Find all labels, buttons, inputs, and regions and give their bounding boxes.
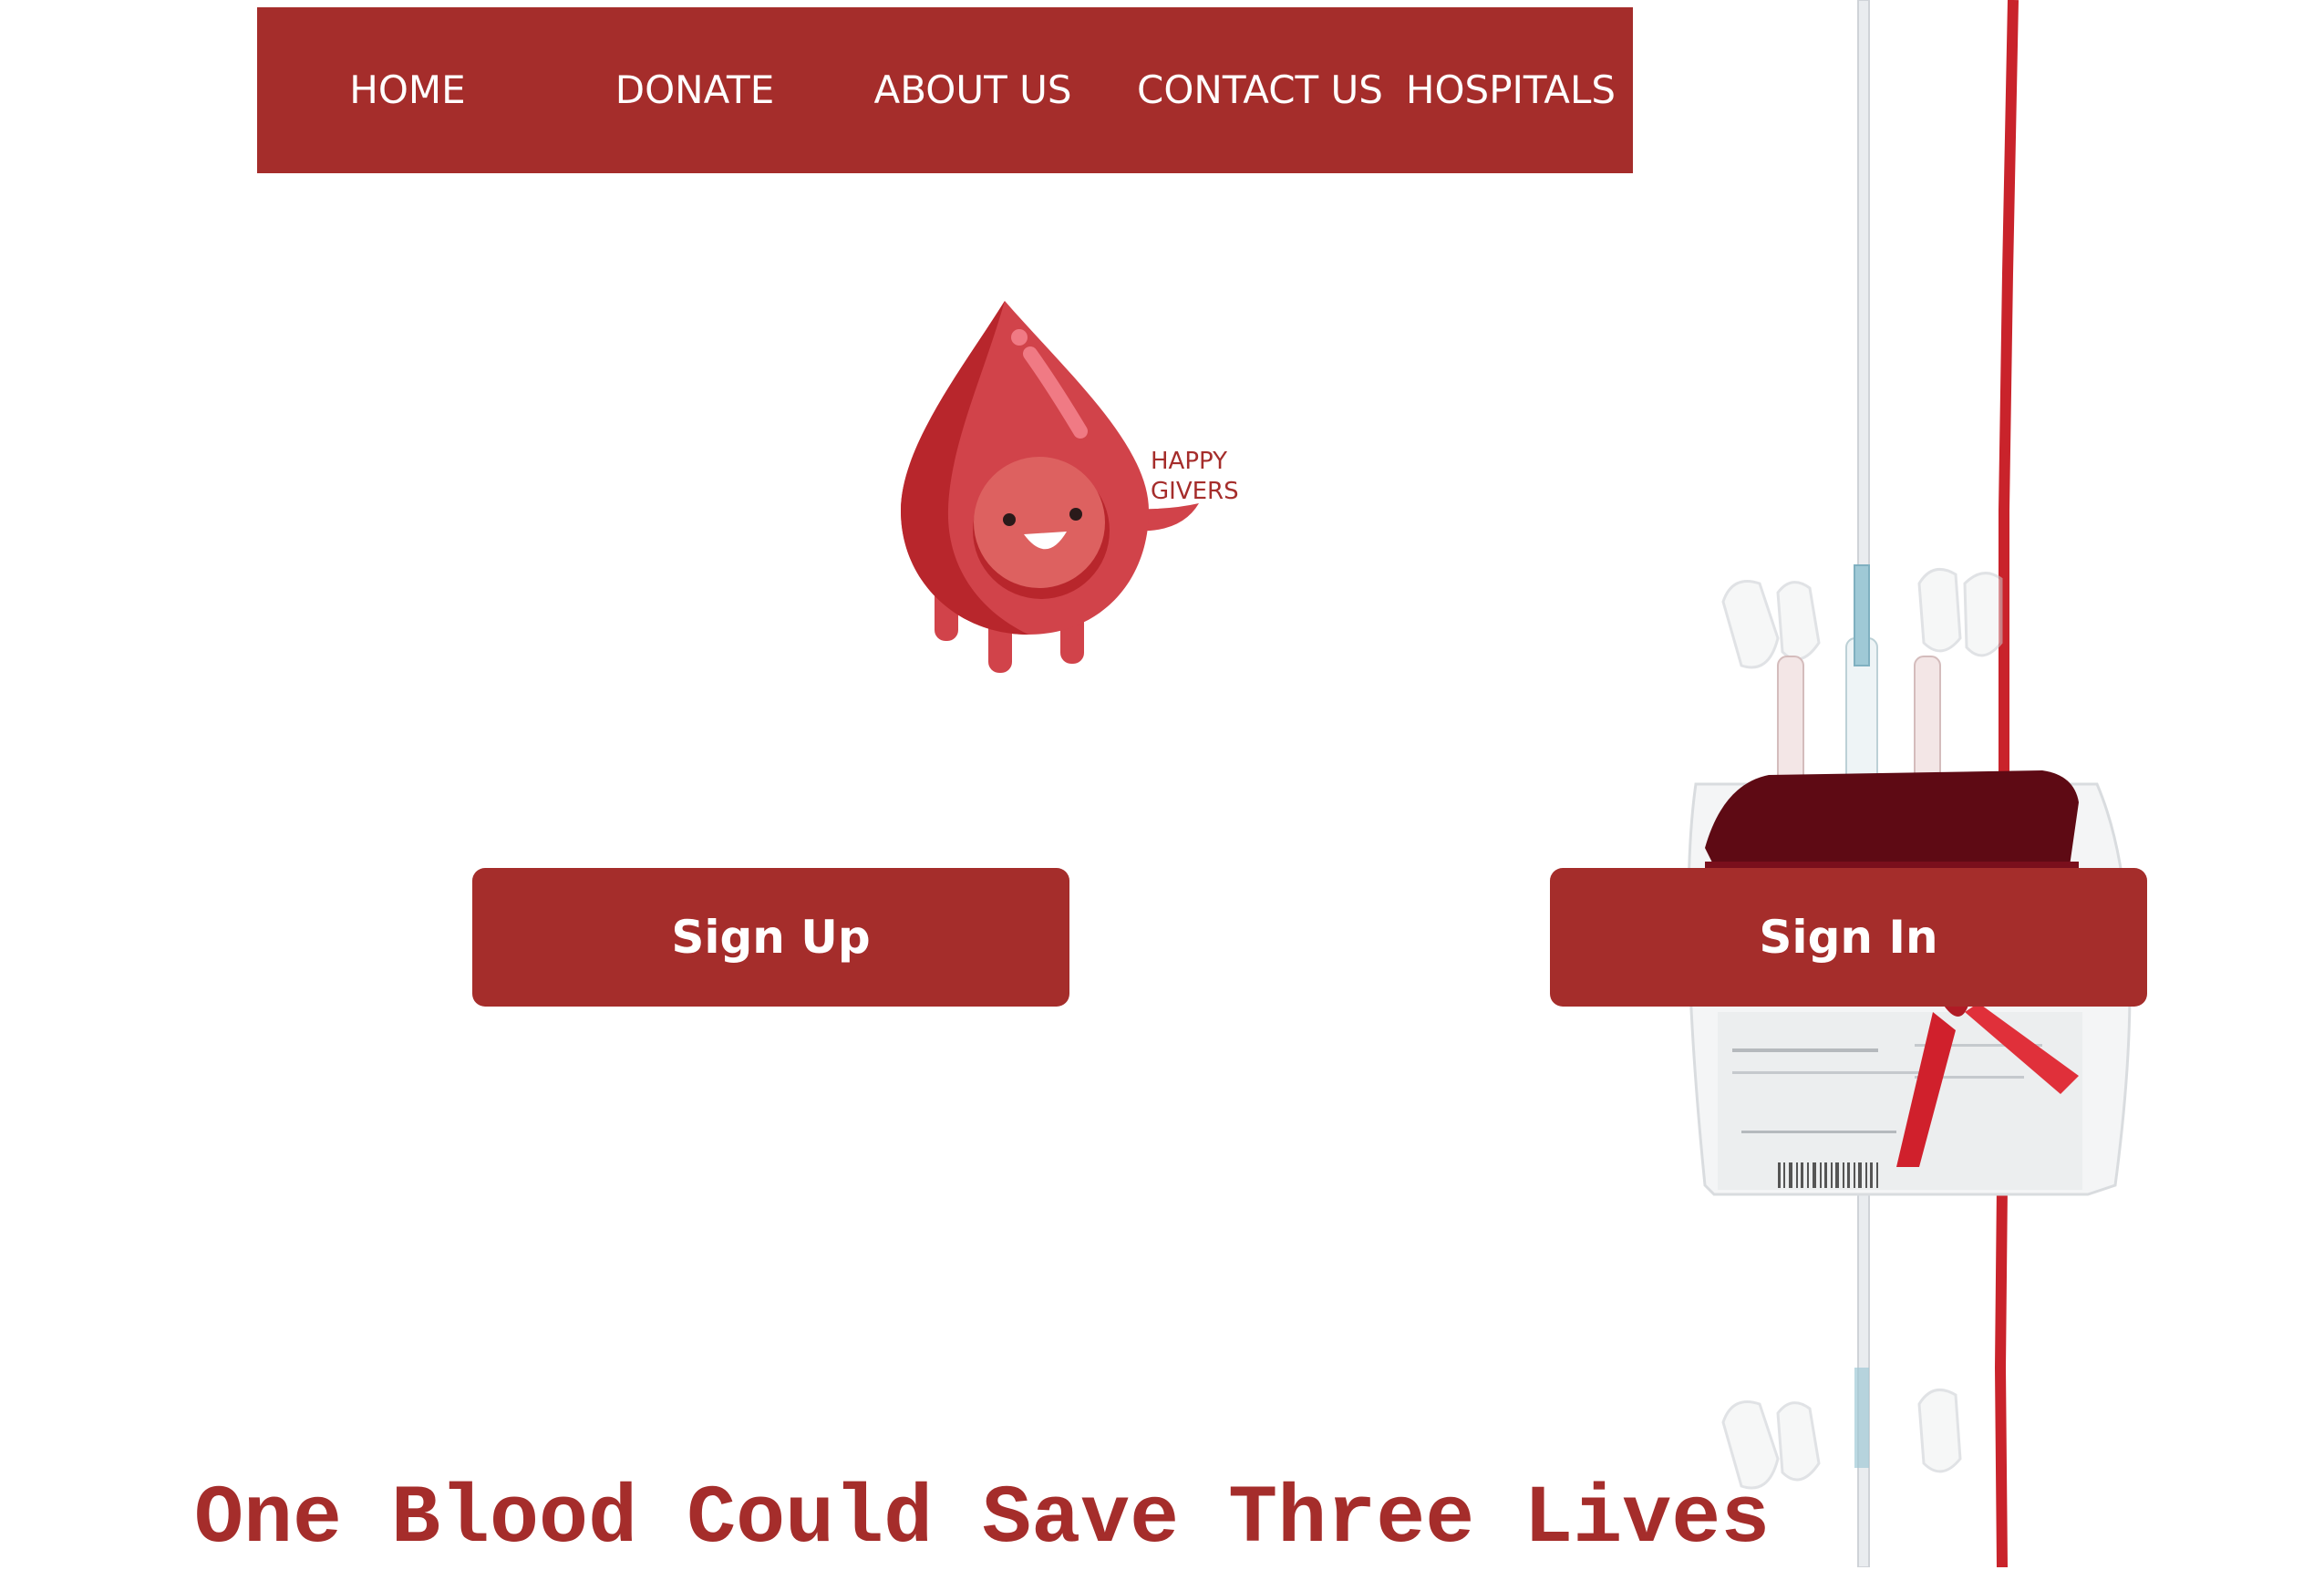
blood-bag-image [1687, 0, 2132, 1567]
nav-contact-us-link[interactable]: CONTACT US [1096, 7, 1424, 173]
nav-hospitals-link[interactable]: HOSPITALS [1379, 7, 1643, 173]
nav-about-us-link[interactable]: ABOUT US [831, 7, 1114, 173]
sign-up-button[interactable]: Sign Up [472, 868, 1069, 1007]
nav-home-link[interactable]: HOME [307, 7, 508, 173]
sign-in-button[interactable]: Sign In [1550, 868, 2147, 1007]
tagline-heading: One Blood Could Save Three Lives [194, 1473, 1771, 1566]
logo-brand-text: HAPPY GIVERS [1151, 447, 1239, 507]
main-navbar: HOME DONATE ABOUT US CONTACT US HOSPITAL… [257, 7, 1633, 173]
logo-line-happy: HAPPY [1151, 448, 1228, 475]
nav-donate-link[interactable]: DONATE [576, 7, 813, 173]
logo-line-givers: GIVERS [1151, 478, 1239, 505]
